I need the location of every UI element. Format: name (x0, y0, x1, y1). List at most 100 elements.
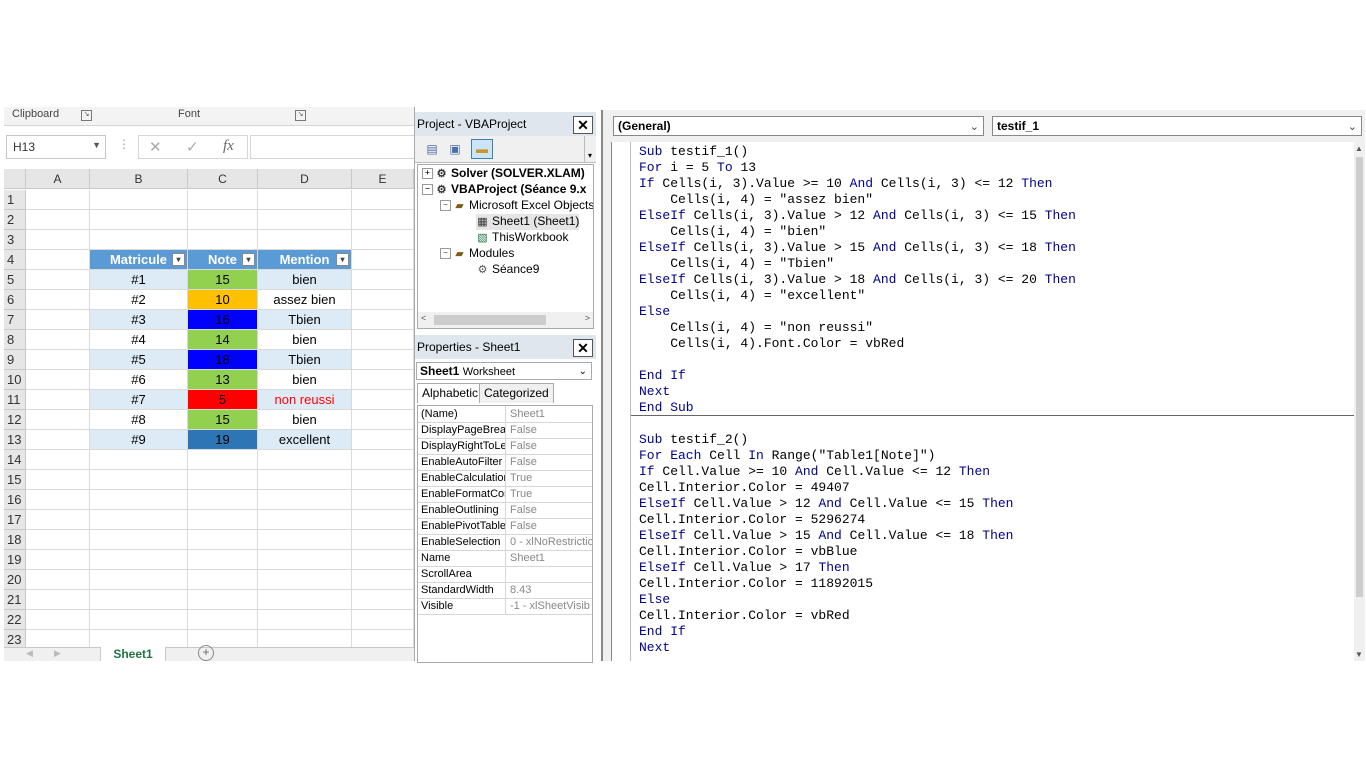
row-header[interactable]: 16 (4, 490, 26, 510)
table-cell[interactable]: 15 (188, 410, 258, 430)
scroll-right-icon[interactable]: > (585, 313, 590, 323)
code-line[interactable]: Cells(i, 4) = "excellent" (639, 288, 865, 304)
chevron-down-icon[interactable]: ⌄ (1348, 118, 1357, 137)
grid-cell[interactable] (26, 390, 90, 410)
grid-cell[interactable] (188, 530, 258, 550)
grid-cell[interactable] (352, 550, 414, 570)
drag-handle-icon[interactable]: ⋮ (118, 137, 130, 151)
clipboard-launcher-icon[interactable]: ↘ (81, 110, 92, 121)
grid-cell[interactable] (26, 530, 90, 550)
table-cell[interactable]: 10 (188, 290, 258, 310)
property-row[interactable]: EnableAutoFilter False (418, 454, 592, 471)
grid-cell[interactable] (26, 350, 90, 370)
grid-cell[interactable] (258, 470, 352, 490)
table-cell[interactable]: Tbien (258, 350, 352, 370)
filter-dropdown-icon[interactable]: ▾ (242, 253, 255, 266)
grid-cell[interactable] (258, 510, 352, 530)
grid-cell[interactable] (352, 590, 414, 610)
property-value[interactable]: False (507, 454, 592, 470)
grid-cell[interactable] (352, 290, 414, 310)
code-line[interactable]: For Each Cell In Range("Table1[Note]") (639, 448, 935, 464)
property-value[interactable]: True (507, 486, 592, 502)
property-value[interactable]: True (507, 470, 592, 486)
grid-cell[interactable] (26, 250, 90, 270)
grid-cell[interactable] (258, 190, 352, 210)
scroll-up-icon[interactable]: ▲ (1355, 144, 1363, 153)
grid-cell[interactable] (26, 190, 90, 210)
table-cell[interactable]: 18 (188, 350, 258, 370)
object-selector[interactable]: Sheet1 Worksheet ⌄ (416, 362, 592, 380)
row-header[interactable]: 6 (4, 290, 26, 310)
toolbar-overflow-icon[interactable]: ▾ (584, 136, 595, 162)
scrollbar-thumb[interactable] (434, 315, 546, 325)
grid-cell[interactable] (188, 190, 258, 210)
code-line[interactable]: End If (639, 368, 686, 384)
grid-cell[interactable] (352, 230, 414, 250)
code-vertical-scrollbar[interactable]: ▲ ▼ (1354, 142, 1365, 661)
code-line[interactable]: End Sub (639, 400, 694, 416)
cancel-icon[interactable]: ✕ (149, 138, 162, 156)
grid-cell[interactable] (352, 410, 414, 430)
grid-cell[interactable] (352, 610, 414, 630)
column-header[interactable]: B (90, 169, 188, 189)
grid-cell[interactable] (352, 350, 414, 370)
property-value[interactable]: Sheet1 (507, 550, 592, 566)
table-cell[interactable]: bien (258, 410, 352, 430)
object-combo[interactable]: (General) ⌄ (613, 116, 984, 136)
tree-node-seance9[interactable]: ⚙ Séance9 (476, 262, 540, 278)
grid-cell[interactable] (26, 430, 90, 450)
table-cell[interactable]: #2 (90, 290, 188, 310)
table-cell[interactable]: #8 (90, 410, 188, 430)
code-line[interactable]: For i = 5 To 13 (639, 160, 756, 176)
grid-cell[interactable] (26, 590, 90, 610)
grid-cell[interactable] (258, 210, 352, 230)
grid-cell[interactable] (352, 490, 414, 510)
view-code-icon[interactable]: ▤ (421, 139, 443, 159)
grid-cell[interactable] (26, 410, 90, 430)
grid-cell[interactable] (26, 610, 90, 630)
grid-cell[interactable] (26, 330, 90, 350)
grid-cell[interactable] (90, 550, 188, 570)
grid-cell[interactable] (26, 570, 90, 590)
grid-cell[interactable] (188, 450, 258, 470)
row-header[interactable]: 19 (4, 550, 26, 570)
row-header[interactable]: 14 (4, 450, 26, 470)
row-header[interactable]: 5 (4, 270, 26, 290)
property-row[interactable]: (Name) Sheet1 (418, 406, 592, 423)
grid-cell[interactable] (188, 470, 258, 490)
code-line[interactable]: If Cells(i, 3).Value >= 10 And Cells(i, … (639, 176, 1053, 192)
tab-prev-icon[interactable]: ◀ (26, 648, 33, 659)
table-cell[interactable]: bien (258, 270, 352, 290)
tree-node-solver[interactable]: + ⚙ Solver (SOLVER.XLAM) (422, 166, 585, 182)
grid-cell[interactable] (352, 250, 414, 270)
tree-node-vbaproject[interactable]: − ⚙ VBAProject (Séance 9.x (422, 182, 586, 198)
grid-cell[interactable] (90, 470, 188, 490)
grid-cell[interactable] (258, 490, 352, 510)
code-line[interactable]: Cells(i, 4) = "non reussi" (639, 320, 873, 336)
grid-cell[interactable] (26, 270, 90, 290)
grid-cell[interactable] (352, 570, 414, 590)
grid-cell[interactable] (26, 470, 90, 490)
filter-dropdown-icon[interactable]: ▾ (172, 253, 185, 266)
grid-cell[interactable] (352, 330, 414, 350)
property-row[interactable]: DisplayPageBreak False (418, 422, 592, 439)
row-header[interactable]: 4 (4, 250, 26, 270)
table-cell[interactable]: assez bien (258, 290, 352, 310)
tree-node-modules[interactable]: − ▰ Modules (440, 246, 514, 262)
table-cell[interactable]: #7 (90, 390, 188, 410)
grid-cell[interactable] (26, 450, 90, 470)
scrollbar-thumb[interactable] (1356, 157, 1363, 597)
table-cell[interactable]: 14 (188, 330, 258, 350)
row-header[interactable]: 3 (4, 230, 26, 250)
grid-cell[interactable] (352, 370, 414, 390)
confirm-icon[interactable]: ✓ (186, 138, 199, 156)
row-header[interactable]: 20 (4, 570, 26, 590)
table-cell[interactable]: non reussi (258, 390, 352, 410)
table-cell[interactable]: #4 (90, 330, 188, 350)
property-row[interactable]: EnablePivotTable False (418, 518, 592, 535)
code-line[interactable]: Cells(i, 4) = "bien" (639, 224, 826, 240)
column-header[interactable]: E (352, 169, 414, 189)
view-object-icon[interactable]: ▣ (444, 139, 466, 159)
table-header-cell[interactable]: Matricule ▾ (90, 250, 188, 270)
code-line[interactable]: Else (639, 592, 670, 608)
